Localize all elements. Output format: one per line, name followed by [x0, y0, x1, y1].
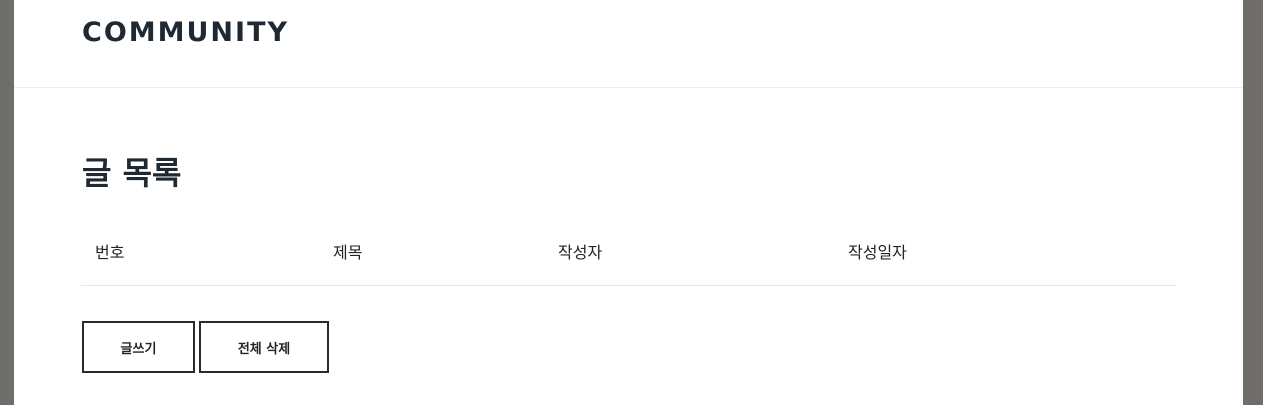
column-header-number: 번호	[81, 229, 333, 286]
table-header: 번호 제목 작성자 작성일자	[81, 229, 1176, 286]
delete-all-button[interactable]: 전체 삭제	[199, 321, 329, 373]
column-header-date: 작성일자	[848, 229, 1176, 286]
table-header-row: 번호 제목 작성자 작성일자	[81, 229, 1176, 286]
action-buttons: 글쓰기 전체 삭제	[82, 321, 329, 373]
write-button[interactable]: 글쓰기	[82, 321, 195, 373]
page-title: 글 목록	[82, 154, 182, 192]
site-header: COMMUNITY	[14, 0, 1243, 88]
column-header-author: 작성자	[558, 229, 848, 286]
post-list-table: 번호 제목 작성자 작성일자	[81, 229, 1176, 286]
page: COMMUNITY 글 목록 번호 제목 작성자 작성일자 글쓰기 전체 삭제	[14, 0, 1243, 405]
column-header-title: 제목	[333, 229, 558, 286]
brand-logo[interactable]: COMMUNITY	[82, 16, 289, 50]
